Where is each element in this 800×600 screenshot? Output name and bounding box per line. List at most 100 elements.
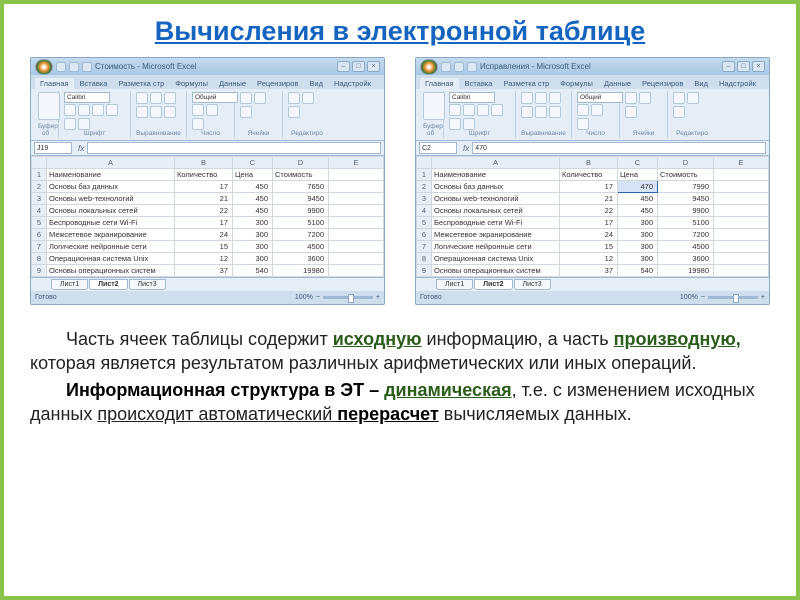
sum-icon[interactable]: [288, 92, 300, 104]
ribbon: Буфер об CalibriШрифт Выравнивание Общий…: [31, 89, 384, 141]
spreadsheet-grid[interactable]: ABCDE 1НаименованиеКоличествоЦенаСтоимос…: [31, 156, 384, 277]
spreadsheet-grid[interactable]: ABCDE 1НаименованиеКоличествоЦенаСтоимос…: [416, 156, 769, 277]
comma-icon[interactable]: [577, 118, 589, 130]
screenshots-row: Стоимость - Microsoft Excel –□× Главная …: [30, 57, 770, 305]
minimize-icon: –: [722, 61, 735, 72]
tab-addins[interactable]: Надстройк: [714, 78, 761, 89]
formula-input[interactable]: [87, 142, 381, 154]
formula-input[interactable]: 470: [472, 142, 766, 154]
align-icon[interactable]: [164, 92, 176, 104]
status-bar: Готово 100%−+: [31, 291, 384, 304]
tab-insert[interactable]: Вставка: [460, 78, 498, 89]
align-icon[interactable]: [150, 92, 162, 104]
italic-icon[interactable]: [463, 104, 475, 116]
sheet-tabs[interactable]: Лист1 Лист2 Лист3: [416, 277, 769, 291]
sheet-tabs[interactable]: Лист1 Лист2 Лист3: [31, 277, 384, 291]
excel-window-right: Исправления - Microsoft Excel –□× Главна…: [415, 57, 770, 305]
fill-icon[interactable]: [449, 118, 461, 130]
selected-cell: 470: [618, 181, 658, 193]
font-select[interactable]: Calibri: [449, 92, 495, 103]
close-icon: ×: [752, 61, 765, 72]
tab-review[interactable]: Рецензиров: [637, 78, 688, 89]
titlebar: Стоимость - Microsoft Excel –□×: [31, 58, 384, 75]
tab-data[interactable]: Данные: [214, 78, 251, 89]
zoom-control[interactable]: 100%−+: [680, 294, 765, 301]
quick-access-toolbar[interactable]: [56, 62, 92, 72]
fx-icon[interactable]: fx: [78, 144, 84, 153]
font-color-icon[interactable]: [463, 118, 475, 130]
align-icon[interactable]: [164, 106, 176, 118]
ribbon-tabs[interactable]: Главная Вставка Разметка стр Формулы Дан…: [416, 75, 769, 89]
ribbon-tabs[interactable]: Главная Вставка Разметка стр Формулы Дан…: [31, 75, 384, 89]
excel-window-left: Стоимость - Microsoft Excel –□× Главная …: [30, 57, 385, 305]
percent-icon[interactable]: [206, 104, 218, 116]
bold-icon[interactable]: [449, 104, 461, 116]
sort-icon[interactable]: [687, 92, 699, 104]
maximize-icon: □: [352, 61, 365, 72]
align-icon[interactable]: [549, 92, 561, 104]
number-format[interactable]: Общий: [192, 92, 238, 103]
tab-home[interactable]: Главная: [420, 78, 459, 89]
currency-icon[interactable]: [577, 104, 589, 116]
align-icon[interactable]: [549, 106, 561, 118]
percent-icon[interactable]: [591, 104, 603, 116]
tab-layout[interactable]: Разметка стр: [113, 78, 169, 89]
currency-icon[interactable]: [192, 104, 204, 116]
number-format[interactable]: Общий: [577, 92, 623, 103]
window-controls[interactable]: –□×: [337, 61, 380, 72]
bold-icon[interactable]: [64, 104, 76, 116]
align-icon[interactable]: [521, 106, 533, 118]
office-button-icon[interactable]: [420, 59, 438, 75]
office-button-icon[interactable]: [35, 59, 53, 75]
tab-addins[interactable]: Надстройк: [329, 78, 376, 89]
fill-icon[interactable]: [64, 118, 76, 130]
name-box[interactable]: J19: [34, 142, 72, 154]
underline-icon[interactable]: [477, 104, 489, 116]
maximize-icon: □: [737, 61, 750, 72]
underline-icon[interactable]: [92, 104, 104, 116]
font-color-icon[interactable]: [78, 118, 90, 130]
align-icon[interactable]: [535, 106, 547, 118]
border-icon[interactable]: [106, 104, 118, 116]
ribbon: Буфер об CalibriШрифт Выравнивание Общий…: [416, 89, 769, 141]
find-icon[interactable]: [673, 106, 685, 118]
format-icon[interactable]: [625, 106, 637, 118]
align-icon[interactable]: [136, 106, 148, 118]
window-controls[interactable]: –□×: [722, 61, 765, 72]
tab-view[interactable]: Вид: [304, 78, 328, 89]
align-icon[interactable]: [150, 106, 162, 118]
slide-title: Вычисления в электронной таблице: [30, 16, 770, 47]
zoom-control[interactable]: 100%−+: [295, 294, 380, 301]
name-box[interactable]: C2: [419, 142, 457, 154]
paste-icon[interactable]: [38, 92, 60, 120]
tab-formulas[interactable]: Формулы: [555, 78, 598, 89]
tab-data[interactable]: Данные: [599, 78, 636, 89]
sum-icon[interactable]: [673, 92, 685, 104]
tab-view[interactable]: Вид: [689, 78, 713, 89]
styles-icon[interactable]: [240, 92, 252, 104]
cells-icon[interactable]: [639, 92, 651, 104]
border-icon[interactable]: [491, 104, 503, 116]
tab-home[interactable]: Главная: [35, 78, 74, 89]
quick-access-toolbar[interactable]: [441, 62, 477, 72]
cells-icon[interactable]: [254, 92, 266, 104]
paste-icon[interactable]: [423, 92, 445, 120]
format-icon[interactable]: [240, 106, 252, 118]
tab-review[interactable]: Рецензиров: [252, 78, 303, 89]
font-select[interactable]: Calibri: [64, 92, 110, 103]
align-icon[interactable]: [521, 92, 533, 104]
italic-icon[interactable]: [78, 104, 90, 116]
fx-icon[interactable]: fx: [463, 144, 469, 153]
tab-insert[interactable]: Вставка: [75, 78, 113, 89]
align-icon[interactable]: [136, 92, 148, 104]
styles-icon[interactable]: [625, 92, 637, 104]
align-icon[interactable]: [535, 92, 547, 104]
window-title: Стоимость - Microsoft Excel: [95, 62, 196, 71]
sort-icon[interactable]: [302, 92, 314, 104]
find-icon[interactable]: [288, 106, 300, 118]
tab-formulas[interactable]: Формулы: [170, 78, 213, 89]
tab-layout[interactable]: Разметка стр: [498, 78, 554, 89]
slide: Вычисления в электронной таблице Стоимос…: [0, 0, 800, 600]
comma-icon[interactable]: [192, 118, 204, 130]
formula-bar: C2 fx 470: [416, 141, 769, 156]
